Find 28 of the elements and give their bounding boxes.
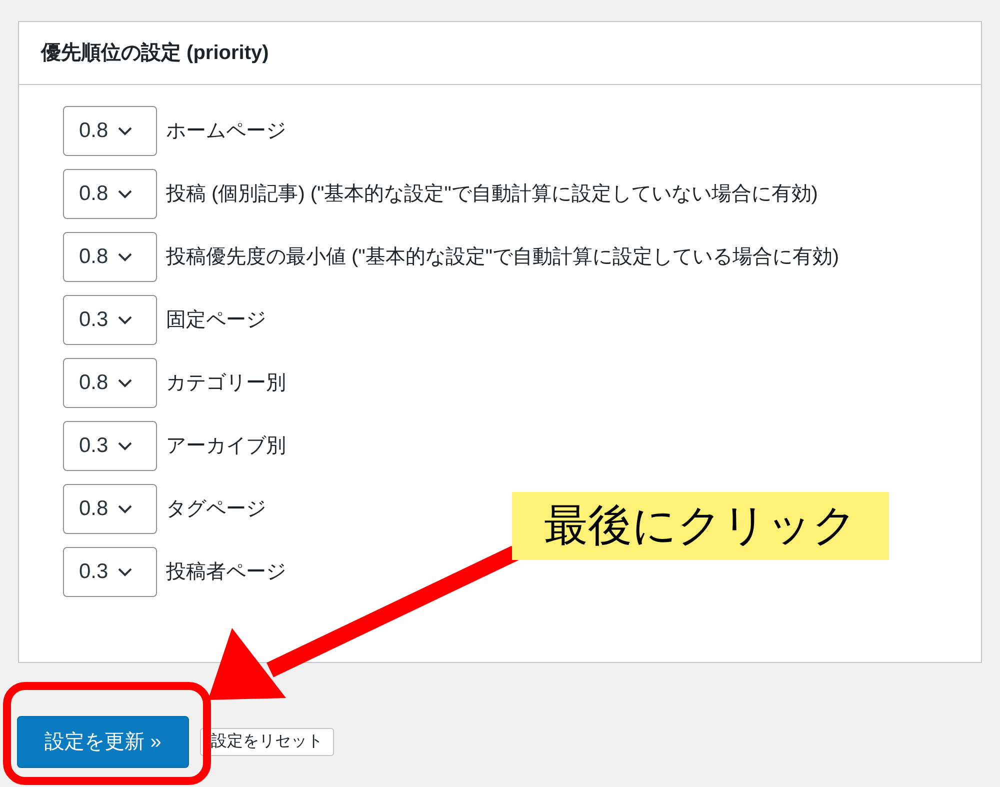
priority-select[interactable]: 0.8 [63, 232, 157, 282]
row-label: 投稿優先度の最小値 ("基本的な設定"で自動計算に設定している場合に有効) [166, 245, 840, 270]
priority-select[interactable]: 0.8 [63, 484, 157, 534]
save-button[interactable]: 設定を更新 » [17, 716, 189, 768]
row-label: カテゴリー別 [166, 371, 286, 396]
priority-select[interactable]: 0.3 [63, 547, 157, 597]
row-label: 投稿者ページ [166, 560, 286, 585]
priority-select[interactable]: 0.3 [63, 421, 157, 471]
row-label: ホームページ [166, 119, 286, 144]
callout-label: 最後にクリック [512, 492, 889, 560]
chevron-down-icon [117, 567, 134, 577]
chevron-down-icon [117, 252, 134, 262]
priority-select[interactable]: 0.8 [63, 169, 157, 219]
chevron-down-icon [117, 126, 134, 136]
row-label: 投稿 (個別記事) ("基本的な設定"で自動計算に設定していない場合に有効) [166, 182, 818, 207]
panel-title: 優先順位の設定 (priority) [41, 40, 269, 66]
chevron-down-icon [117, 378, 134, 388]
reset-button[interactable]: 設定をリセット [200, 728, 334, 756]
row-label: タグページ [166, 497, 266, 522]
chevron-down-icon [117, 189, 134, 199]
priority-select[interactable]: 0.8 [63, 106, 157, 156]
priority-select[interactable]: 0.8 [63, 358, 157, 408]
row-label: アーカイブ別 [166, 434, 286, 459]
chevron-down-icon [117, 441, 134, 451]
chevron-down-icon [117, 504, 134, 514]
priority-select[interactable]: 0.3 [63, 295, 157, 345]
chevron-down-icon [117, 315, 134, 325]
row-label: 固定ページ [166, 308, 266, 333]
